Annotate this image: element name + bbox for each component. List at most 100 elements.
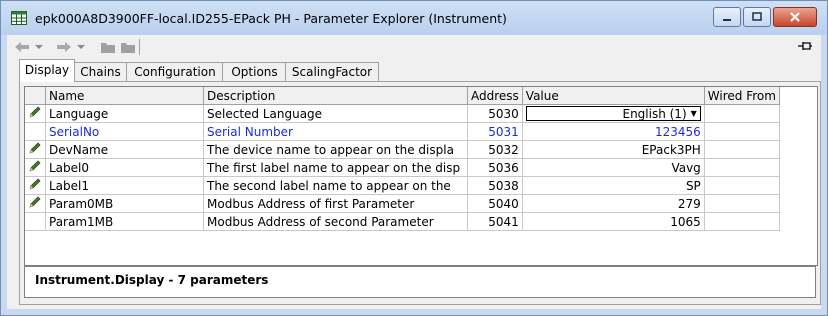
- value-cell[interactable]: 279: [522, 194, 705, 213]
- dropdown-arrow-icon: [35, 45, 43, 49]
- column-header-name[interactable]: Name: [45, 87, 204, 105]
- parameter-grid[interactable]: Name Description Address Value Wired Fro…: [24, 86, 818, 266]
- description-cell: Selected Language: [203, 104, 468, 123]
- name-cell[interactable]: SerialNo: [45, 122, 204, 141]
- folder-button[interactable]: [119, 38, 137, 56]
- explorer-client-area: Display Chains Configuration Options Sca…: [7, 35, 821, 309]
- edit-marker-cell: [25, 122, 46, 141]
- dropdown-arrow-icon: [77, 45, 85, 49]
- tab-display[interactable]: Display: [19, 59, 75, 82]
- tab-configuration[interactable]: Configuration: [126, 62, 224, 81]
- edit-marker-cell: [25, 140, 46, 159]
- pencil-icon: [28, 160, 42, 176]
- name-cell[interactable]: Language: [45, 104, 204, 123]
- parameter-table: Name Description Address Value Wired Fro…: [25, 87, 780, 231]
- value-cell: 123456: [522, 122, 705, 141]
- name-cell[interactable]: Param1MB: [45, 212, 204, 231]
- language-value-text: English (1): [622, 106, 687, 121]
- value-cell[interactable]: 1065: [522, 212, 705, 231]
- tab-options[interactable]: Options: [222, 62, 287, 81]
- close-icon: [790, 12, 800, 22]
- column-header-marker: [25, 87, 46, 105]
- wired-from-cell: [704, 122, 780, 141]
- column-header-wired-from[interactable]: Wired From: [704, 87, 780, 105]
- value-cell[interactable]: Vavg: [522, 158, 705, 177]
- name-cell[interactable]: Label1: [45, 176, 204, 195]
- address-cell: 5036: [467, 158, 523, 177]
- description-cell: Modbus Address of first Parameter: [203, 194, 468, 213]
- back-history-dropdown[interactable]: [33, 38, 45, 56]
- wired-from-cell[interactable]: [704, 104, 780, 123]
- address-cell: 5041: [467, 212, 523, 231]
- toolbar: [7, 35, 821, 59]
- edit-marker-cell: [25, 176, 46, 195]
- status-text: Instrument.Display - 7 parameters: [35, 273, 269, 287]
- pencil-icon: [28, 178, 42, 194]
- forward-history-dropdown[interactable]: [75, 38, 87, 56]
- folder-icon: [121, 43, 135, 53]
- address-cell: 5032: [467, 140, 523, 159]
- tab-scalingfactor[interactable]: ScalingFactor: [285, 62, 379, 81]
- column-header-address[interactable]: Address: [467, 87, 523, 105]
- pencil-icon: [28, 106, 42, 122]
- value-cell[interactable]: EPack3PH: [522, 140, 705, 159]
- wired-from-cell[interactable]: [704, 176, 780, 195]
- wired-from-cell[interactable]: [704, 212, 780, 231]
- description-cell: Serial Number: [203, 122, 468, 141]
- table-header-row: Name Description Address Value Wired Fro…: [25, 87, 780, 105]
- value-cell[interactable]: English (1) ▼: [522, 104, 705, 123]
- table-row[interactable]: Param0MB Modbus Address of first Paramet…: [25, 194, 780, 213]
- name-cell[interactable]: Param0MB: [45, 194, 204, 213]
- column-header-value[interactable]: Value: [522, 87, 705, 105]
- minimize-icon: [723, 19, 731, 21]
- forward-button[interactable]: [55, 38, 73, 56]
- grid-app-icon: [11, 10, 27, 26]
- address-cell: 5030: [467, 104, 523, 123]
- tab-chains[interactable]: Chains: [73, 62, 128, 81]
- name-cell[interactable]: Label0: [45, 158, 204, 177]
- forward-arrow-icon: [57, 42, 71, 52]
- address-cell: 5031: [467, 122, 523, 141]
- maximize-icon: [752, 12, 762, 21]
- title-bar[interactable]: epk000A8D3900FF-local.ID255-EPack PH - P…: [1, 1, 827, 35]
- wired-from-cell[interactable]: [704, 194, 780, 213]
- address-cell: 5040: [467, 194, 523, 213]
- address-cell: 5038: [467, 176, 523, 195]
- status-bar: Instrument.Display - 7 parameters: [24, 266, 816, 298]
- description-cell: The second label name to appear on the: [203, 176, 468, 195]
- back-arrow-icon: [15, 42, 29, 52]
- pencil-icon: [28, 142, 42, 158]
- table-row[interactable]: SerialNo Serial Number 5031 123456: [25, 122, 780, 141]
- pin-button[interactable]: [797, 39, 813, 56]
- description-cell: Modbus Address of second Parameter: [203, 212, 468, 231]
- table-row[interactable]: Language Selected Language 5030 English …: [25, 104, 780, 123]
- table-row[interactable]: Param1MB Modbus Address of second Parame…: [25, 212, 780, 231]
- table-row[interactable]: Label1 The second label name to appear o…: [25, 176, 780, 195]
- value-cell[interactable]: SP: [522, 176, 705, 195]
- pencil-icon: [28, 196, 42, 212]
- window-title: epk000A8D3900FF-local.ID255-EPack PH - P…: [35, 11, 507, 26]
- table-row[interactable]: DevName The device name to appear on the…: [25, 140, 780, 159]
- edit-marker-cell: [25, 158, 46, 177]
- folder-up-icon: [101, 43, 115, 53]
- column-header-description[interactable]: Description: [203, 87, 468, 105]
- wired-from-cell[interactable]: [704, 158, 780, 177]
- name-cell[interactable]: DevName: [45, 140, 204, 159]
- edit-marker-cell: [25, 104, 46, 123]
- table-row[interactable]: Label0 The first label name to appear on…: [25, 158, 780, 177]
- close-button[interactable]: [773, 7, 817, 27]
- back-button[interactable]: [13, 38, 31, 56]
- chevron-down-icon[interactable]: ▼: [691, 109, 697, 118]
- description-cell: The first label name to appear on the di…: [203, 158, 468, 177]
- parameter-explorer-window: epk000A8D3900FF-local.ID255-EPack PH - P…: [0, 0, 828, 316]
- toolbar-separator: [139, 39, 140, 55]
- tab-panel-display: Name Description Address Value Wired Fro…: [19, 81, 821, 305]
- language-value-dropdown[interactable]: English (1) ▼: [525, 106, 701, 121]
- edit-marker-cell: [25, 194, 46, 213]
- pin-icon: [798, 42, 812, 50]
- wired-from-cell[interactable]: [704, 140, 780, 159]
- maximize-button[interactable]: [743, 7, 771, 27]
- folder-up-button[interactable]: [99, 38, 117, 56]
- window-controls: [713, 7, 817, 27]
- minimize-button[interactable]: [713, 7, 741, 27]
